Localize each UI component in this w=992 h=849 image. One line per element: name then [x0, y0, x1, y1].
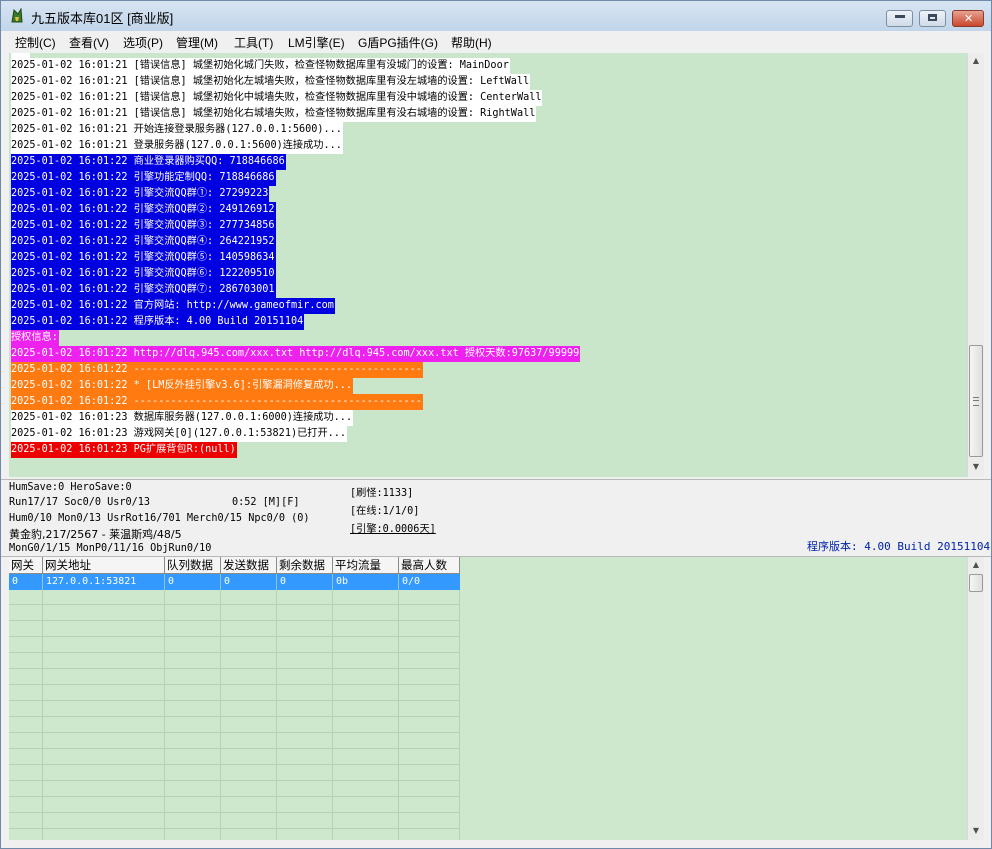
scroll-up-arrow-icon[interactable]: ▲	[968, 53, 984, 69]
log-line: 2025-01-02 16:01:22 --------------------…	[11, 394, 423, 410]
menu-help[interactable]: 帮助(H)	[451, 34, 492, 51]
log-line: 2025-01-02 16:01:22 引擎交流QQ群⑥: 122209510	[11, 266, 276, 282]
engine-label[interactable]: [引擎:0.0006天]	[350, 520, 436, 535]
col-header-max-users[interactable]: 最高人数	[399, 557, 460, 574]
cell-divider	[42, 574, 43, 590]
col-header-sent[interactable]: 发送数据	[221, 557, 277, 574]
menu-gdun-pg-plugin[interactable]: G盾PG插件(G)	[358, 34, 438, 51]
log-line: 2025-01-02 16:01:21 [错误信息] 城堡初始化中城墙失败，检查…	[11, 90, 543, 106]
cell-divider	[332, 574, 333, 590]
table-scroll-thumb[interactable]	[969, 574, 983, 592]
table-cell: 0b	[336, 576, 349, 587]
log-line: 2025-01-02 16:01:22 引擎交流QQ群⑦: 286703001	[11, 282, 276, 298]
log-line: 2025-01-02 16:01:22 * [LM反外挂引擎v3.6]:引擎漏洞…	[11, 378, 353, 394]
log-line: 2025-01-02 16:01:22 程序版本: 4.00 Build 201…	[11, 314, 305, 330]
menu-manage[interactable]: 管理(M)	[176, 34, 218, 51]
scroll-up-arrow-icon[interactable]: ▲	[968, 557, 984, 573]
status-monster: 黄金豹,217/2567 - 莱温斯鸡/48/5	[9, 528, 182, 541]
log-line: 2025-01-02 16:01:21 [错误信息] 城堡初始化城门失败，检查怪…	[11, 58, 510, 74]
col-divider	[332, 557, 333, 840]
log-line: 2025-01-02 16:01:23 数据库服务器(127.0.0.1:600…	[11, 410, 354, 426]
close-button[interactable]: ✕	[952, 10, 984, 27]
log-pane[interactable]: ... 2025-01-02 16:01:21 [错误信息] 城堡初始化城门失败…	[9, 53, 968, 477]
table-scrollbar[interactable]: ▲ ▼	[967, 557, 984, 840]
menu-lm-engine[interactable]: LM引擎(E)	[288, 34, 345, 51]
menu-bar: 控制(C) 查看(V) 选项(P) 管理(M) 工具(T) LM引擎(E) G盾…	[1, 32, 991, 52]
col-divider	[398, 557, 399, 840]
log-line: 2025-01-02 16:01:22 --------------------…	[11, 362, 423, 378]
window-title: 九五版本库01区 [商业版]	[31, 11, 174, 26]
cell-divider	[276, 574, 277, 590]
status-counts: Hum0/10 Mon0/13 UsrRot16/701 Merch0/15 N…	[9, 513, 310, 524]
col-divider	[276, 557, 277, 840]
maximize-button[interactable]	[919, 10, 946, 27]
cell-divider	[164, 574, 165, 590]
col-header-remaining[interactable]: 剩余数据	[277, 557, 333, 574]
online-label: [在线:1/1/0]	[350, 506, 420, 517]
table-cell: 0	[168, 576, 175, 587]
title-bar[interactable]: 九五版本库01区 [商业版] ✕	[1, 1, 991, 31]
log-scrollbar[interactable]: ▲ ▼	[967, 53, 984, 477]
status-mon-groups: MonG0/1/15 MonP0/11/16 ObjRun0/10	[9, 543, 212, 554]
log-line: 2025-01-02 16:01:23 PG扩展背包R:(null)	[11, 442, 237, 458]
log-line: 2025-01-02 16:01:21 [错误信息] 城堡初始化左城墙失败，检查…	[11, 74, 531, 90]
cell-divider	[398, 574, 399, 590]
log-line: 2025-01-02 16:01:22 引擎功能定制QQ: 718846686	[11, 170, 276, 186]
app-icon	[11, 8, 23, 23]
log-line: 2025-01-02 16:01:22 官方网站: http://www.gam…	[11, 298, 335, 314]
col-divider	[220, 557, 221, 840]
status-run: Run17/17 Soc0/0 Usr0/13	[9, 497, 151, 508]
log-line: 2025-01-02 16:01:21 登录服务器(127.0.0.1:5600…	[11, 138, 343, 154]
log-line: 2025-01-02 16:01:22 引擎交流QQ群①: 27299223	[11, 186, 270, 202]
col-header-gateway[interactable]: 网关	[9, 557, 43, 574]
scroll-down-arrow-icon[interactable]: ▼	[968, 823, 984, 839]
menu-options[interactable]: 选项(P)	[123, 34, 163, 51]
menu-view[interactable]: 查看(V)	[69, 34, 109, 51]
table-cell: 0	[12, 576, 19, 587]
menu-control[interactable]: 控制(C)	[15, 34, 56, 51]
col-header-avg-traffic[interactable]: 平均流量	[333, 557, 399, 574]
table-cell: 127.0.0.1:53821	[46, 576, 137, 587]
col-divider	[164, 557, 165, 840]
col-divider	[42, 557, 43, 840]
log-scroll-thumb[interactable]	[969, 345, 983, 457]
version-label: 程序版本: 4.00 Build 20151104	[807, 540, 991, 553]
log-line: 2025-01-02 16:01:21 [错误信息] 城堡初始化右城墙失败，检查…	[11, 106, 537, 122]
col-header-address[interactable]: 网关地址	[43, 557, 165, 574]
log-line: 2025-01-02 16:01:22 引擎交流QQ群②: 249126912	[11, 202, 276, 218]
col-divider	[459, 557, 460, 840]
menu-tools[interactable]: 工具(T)	[234, 34, 273, 51]
log-line: 授权信息:	[11, 330, 59, 346]
main-window: 九五版本库01区 [商业版] ✕ 控制(C) 查看(V) 选项(P) 管理(M)…	[0, 0, 992, 849]
table-cell: 0/0	[402, 576, 421, 587]
table-cell: 0	[224, 576, 231, 587]
log-line: 2025-01-02 16:01:22 引擎交流QQ群⑤: 140598634	[11, 250, 276, 266]
grid-lines	[9, 557, 460, 840]
log-line: 2025-01-02 16:01:22 引擎交流QQ群④: 264221952	[11, 234, 276, 250]
gateway-table[interactable]: 网关 网关地址 队列数据 发送数据 剩余数据 平均流量 最高人数 0 127.0…	[9, 557, 968, 840]
col-header-queue[interactable]: 队列数据	[165, 557, 221, 574]
minimize-icon	[895, 15, 905, 18]
log-line: 2025-01-02 16:01:22 商业登录器购买QQ: 718846686	[11, 154, 286, 170]
status-panel: HumSave:0 HeroSave:0 Run17/17 Soc0/0 Usr…	[1, 479, 991, 557]
scroll-down-arrow-icon[interactable]: ▼	[968, 459, 984, 475]
maximize-icon	[928, 14, 937, 21]
close-icon: ✕	[964, 12, 974, 25]
table-cell: 0	[280, 576, 287, 587]
cell-divider	[220, 574, 221, 590]
minimize-button[interactable]	[886, 10, 913, 27]
log-line: 2025-01-02 16:01:22 http://dlq.945.com/x…	[11, 346, 581, 362]
log-line: 2025-01-02 16:01:22 引擎交流QQ群③: 277734856	[11, 218, 276, 234]
log-line: 2025-01-02 16:01:21 开始连接登录服务器(127.0.0.1:…	[11, 122, 343, 138]
refresh-monster-label: [刷怪:1133]	[350, 488, 414, 499]
status-timer: 0:52 [M][F]	[232, 497, 300, 508]
log-line: 2025-01-02 16:01:23 游戏网关[0](127.0.0.1:53…	[11, 426, 348, 442]
status-save: HumSave:0 HeroSave:0	[9, 482, 132, 493]
